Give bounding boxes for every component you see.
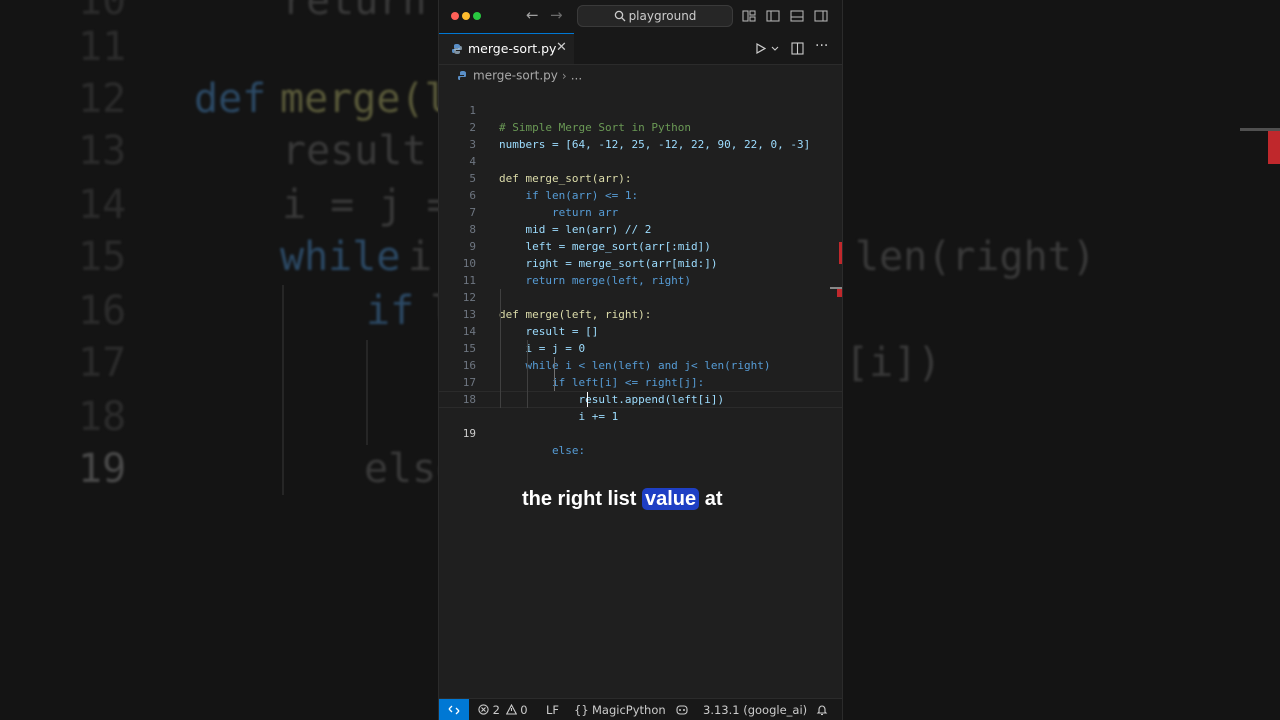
bg-line-number: 12 <box>78 76 127 122</box>
code-line: 2 numbers = [64, -12, 25, -12, 22, 90, 2… <box>439 102 842 151</box>
code-line: 7 mid = len(arr) // 2 <box>439 187 842 236</box>
python-interpreter-selector[interactable]: 3.13.1 (google_ai) <box>703 703 807 717</box>
bg-code-fragment: def <box>194 76 267 122</box>
error-squiggle <box>767 335 775 337</box>
bg-code-fragment: i = j = <box>282 182 451 228</box>
breadcrumb-file[interactable]: merge-sort.py <box>473 69 558 83</box>
bg-code-fragment: if <box>366 288 415 334</box>
eol-selector[interactable]: LF <box>546 703 559 717</box>
indent-guide <box>500 289 501 408</box>
toggle-panel-icon[interactable] <box>790 9 804 23</box>
bg-code-fragment: while <box>280 234 401 280</box>
editor-window: ← → playground merge-sort.py ✕ ··· merge… <box>438 0 843 720</box>
code-line: 12 def merge(left, right): <box>439 272 842 321</box>
text-cursor <box>587 392 588 407</box>
run-icon[interactable] <box>756 43 766 54</box>
minimize-window-button[interactable] <box>462 12 470 20</box>
command-center-label: playground <box>628 9 697 23</box>
remote-icon <box>448 705 460 715</box>
forward-arrow-icon[interactable]: → <box>550 6 563 24</box>
warning-icon <box>505 703 517 715</box>
breadcrumb-more[interactable]: ... <box>571 69 582 83</box>
chevron-down-icon[interactable] <box>771 46 779 52</box>
bg-line-number: 18 <box>78 394 127 440</box>
title-bar: ← → playground <box>439 0 842 34</box>
code-line: 3 <box>439 119 842 151</box>
breadcrumb-separator-icon: › <box>561 68 567 83</box>
breadcrumb: merge-sort.py ›... <box>457 68 582 83</box>
bg-line-number: 16 <box>78 288 127 334</box>
code-line: 8 left = merge_sort(arr[:mid]) <box>439 204 842 253</box>
bg-line-number: 15 <box>78 234 127 280</box>
bg-line-number: 19 <box>78 446 127 492</box>
code-line: 6 return arr <box>439 170 842 219</box>
caption-highlighted-word: value <box>642 488 700 510</box>
status-bar: 2 0 LF {} MagicPython 3.13.1 (google_ai) <box>439 698 842 720</box>
caption-text-before: the right list <box>522 488 642 510</box>
code-line: 10 return merge(left, right) <box>439 238 842 287</box>
code-line: 9 right = merge_sort(arr[mid:]) <box>439 221 842 270</box>
zoom-window-button[interactable] <box>473 12 481 20</box>
bell-icon[interactable] <box>816 704 828 716</box>
customize-layout-icon[interactable] <box>742 9 756 23</box>
language-mode-selector[interactable]: MagicPython <box>592 703 666 717</box>
scrollbar-error-marker <box>837 289 842 297</box>
split-editor-icon[interactable] <box>791 42 804 55</box>
command-center-search[interactable]: playground <box>577 5 733 27</box>
indent-guide-active <box>554 357 555 391</box>
bg-code-fragment: i <box>408 234 433 280</box>
bg-indent-guide <box>366 340 368 445</box>
code-line: 5 if len(arr) <= 1: <box>439 153 842 202</box>
more-actions-icon[interactable]: ··· <box>815 38 828 54</box>
bg-error-marker <box>1268 130 1280 164</box>
bg-minimap-slider <box>1240 128 1280 131</box>
code-line: 4 def merge_sort(arr): <box>439 136 842 185</box>
toggle-secondary-sidebar-icon[interactable] <box>814 9 828 23</box>
code-text: else: <box>499 444 586 457</box>
python-file-icon <box>458 70 466 80</box>
video-caption: the right list value at <box>522 488 723 511</box>
tab-bar: merge-sort.py ✕ ··· <box>439 33 842 65</box>
indent-guide <box>527 340 528 408</box>
bg-line-number: 14 <box>78 182 127 228</box>
python-file-icon <box>452 44 462 54</box>
warning-count: 0 <box>520 703 528 717</box>
code-line: 11 <box>439 255 842 287</box>
bg-line-number: 11 <box>78 24 127 70</box>
close-tab-icon[interactable]: ✕ <box>556 40 567 55</box>
braces-icon[interactable]: {} <box>574 703 589 717</box>
scrollbar-error-marker <box>839 242 842 264</box>
copilot-icon[interactable] <box>675 704 689 716</box>
error-count: 2 <box>492 703 500 717</box>
code-line: 1 # Simple Merge Sort in Python <box>439 85 842 134</box>
error-icon <box>478 704 489 715</box>
close-window-button[interactable] <box>451 12 459 20</box>
tab-label: merge-sort.py <box>468 41 557 56</box>
caption-text-after: at <box>699 488 723 510</box>
tab-merge-sort[interactable]: merge-sort.py ✕ <box>439 33 574 64</box>
bg-code-fragment: len(right) <box>855 234 1096 280</box>
line-number: 19 <box>462 427 476 440</box>
bg-line-number: 10 <box>78 0 127 24</box>
remote-indicator[interactable] <box>439 699 469 720</box>
bg-code-fragment: [i]) <box>845 340 942 386</box>
search-icon <box>614 10 626 22</box>
bg-line-number: 13 <box>78 128 127 174</box>
problems-indicator[interactable]: 2 0 <box>478 703 528 717</box>
code-text: i += 1 <box>499 410 619 423</box>
back-arrow-icon[interactable]: ← <box>526 6 539 24</box>
bg-indent-guide <box>282 285 284 495</box>
bg-line-number: 17 <box>78 340 127 386</box>
toggle-primary-sidebar-icon[interactable] <box>766 9 780 23</box>
